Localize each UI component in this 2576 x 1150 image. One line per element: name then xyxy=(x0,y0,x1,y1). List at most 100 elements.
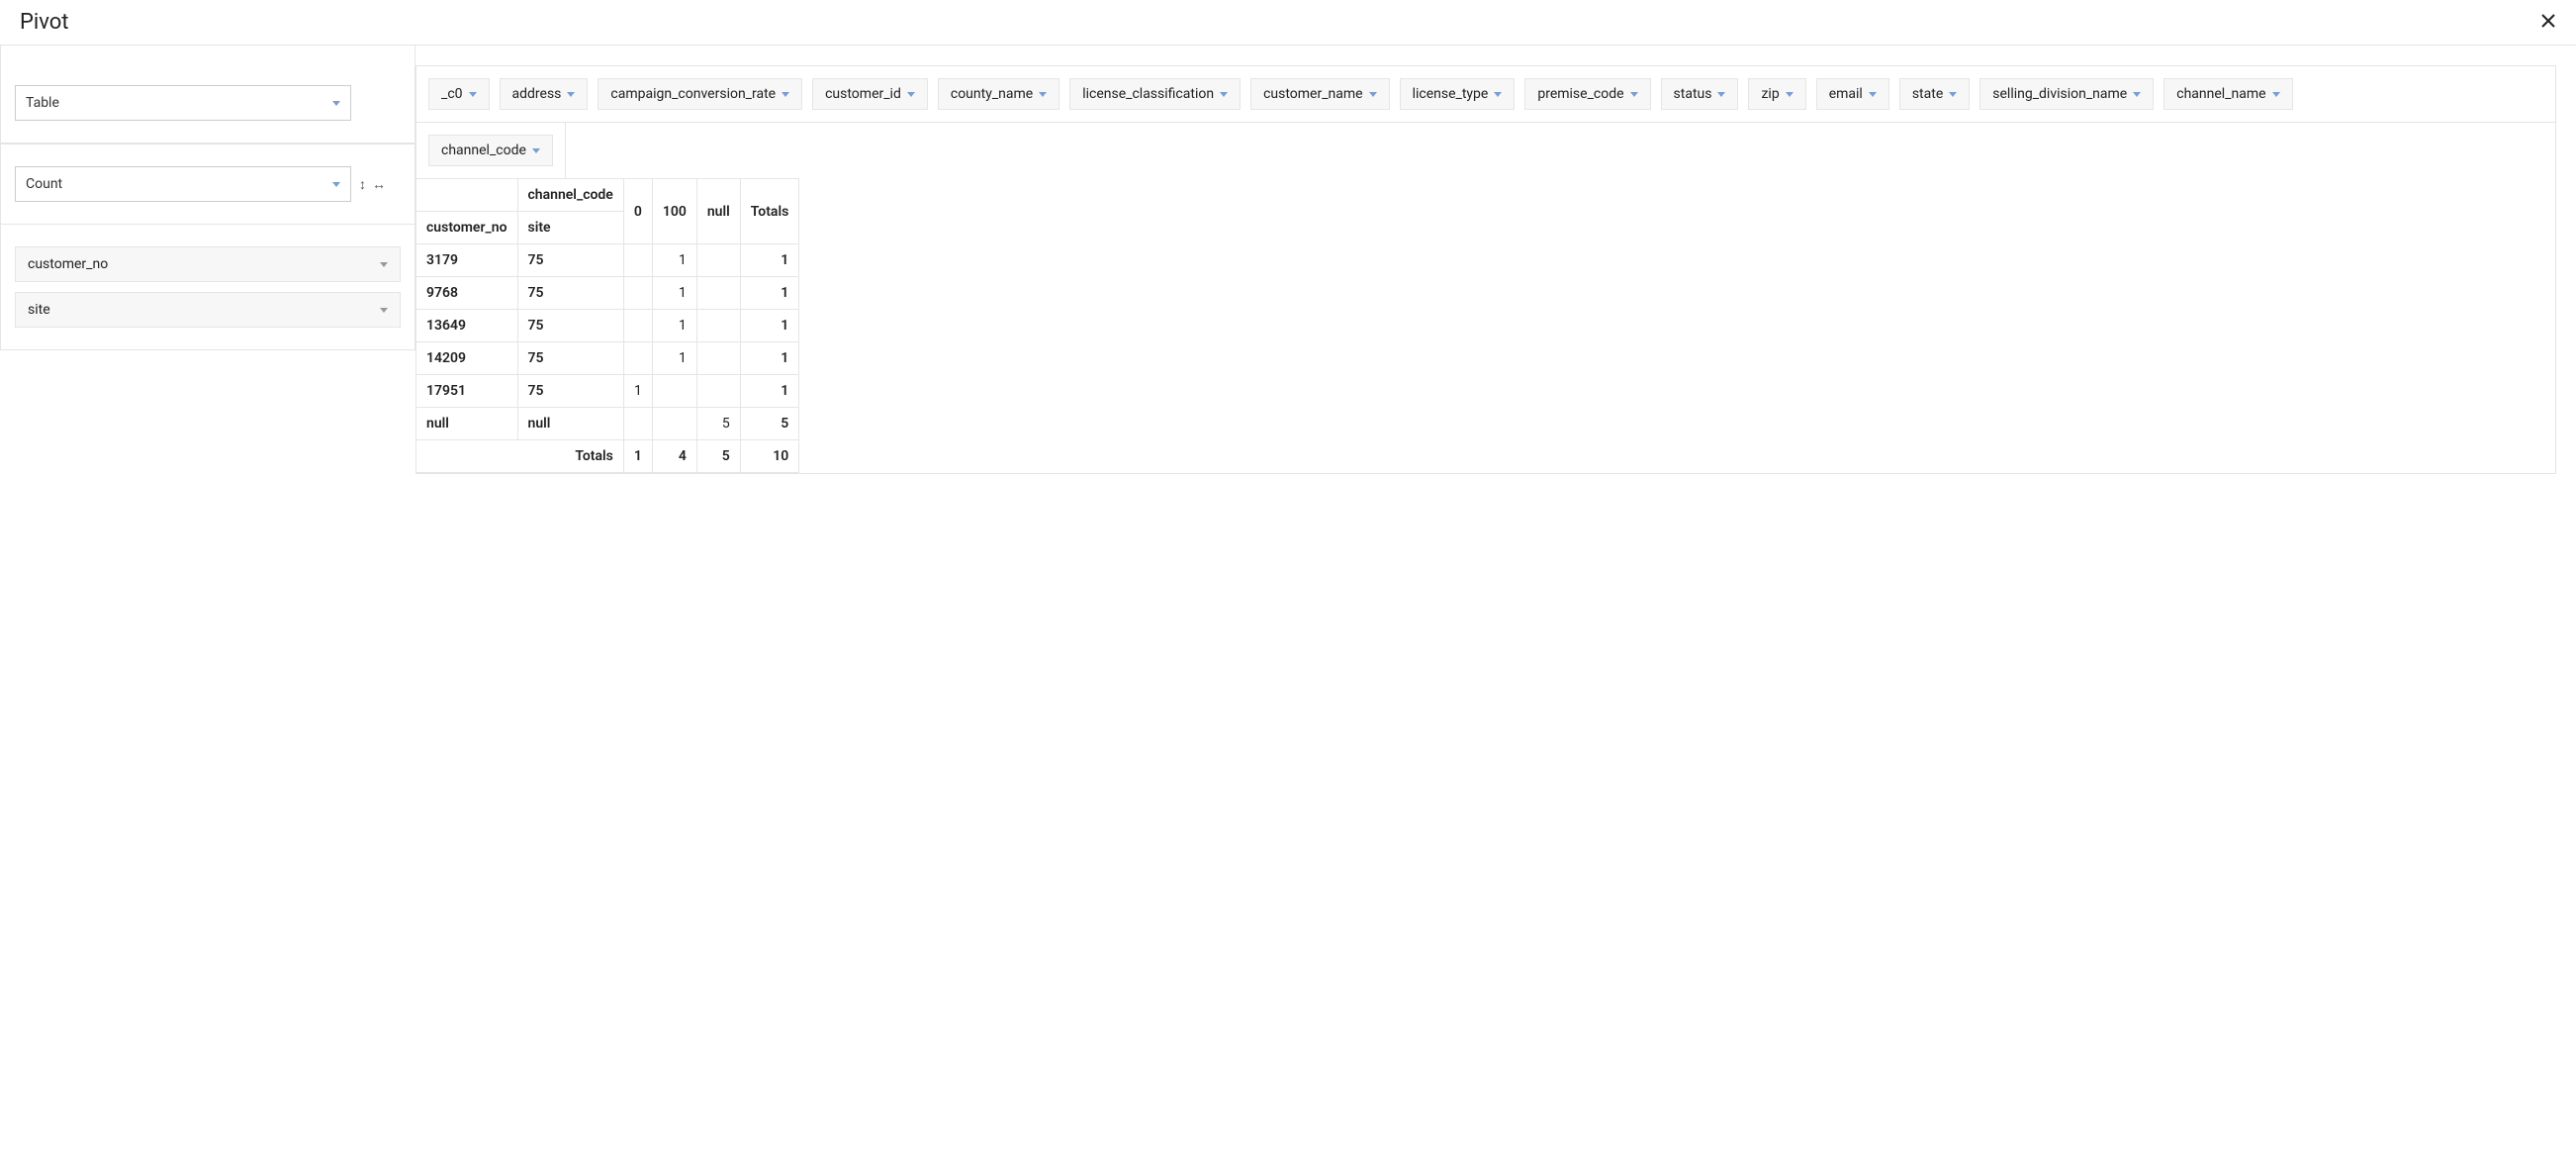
field-chip-status[interactable]: status xyxy=(1661,78,1739,110)
pivot-row-total: 1 xyxy=(740,342,799,375)
pivot-cell xyxy=(623,408,652,440)
pivot-cell xyxy=(696,277,740,310)
column-fields-zone[interactable]: channel_code xyxy=(428,135,553,166)
aggregator-block: Count ↕ ↔ xyxy=(0,144,415,225)
aggregator-select[interactable]: Count xyxy=(15,166,351,202)
caret-down-icon xyxy=(380,308,388,313)
field-chip-channel_name[interactable]: channel_name xyxy=(2163,78,2292,110)
pivot-row-key: 17951 xyxy=(416,375,518,408)
pivot-cell: 1 xyxy=(652,277,696,310)
field-chip-label: email xyxy=(1829,86,1863,102)
pivot-row-total: 1 xyxy=(740,244,799,277)
pivot-data-row: nullnull 55 xyxy=(416,408,799,440)
pivot-row-total: 5 xyxy=(740,408,799,440)
pivot-table-container: channel_code0100nullTotalscustomer_nosit… xyxy=(416,178,2555,473)
renderer-select-value: Table xyxy=(26,95,59,111)
field-chip-premise_code[interactable]: premise_code xyxy=(1524,78,1650,110)
field-chip-license_type[interactable]: license_type xyxy=(1400,78,1516,110)
field-chip-zip[interactable]: zip xyxy=(1748,78,1805,110)
field-chip-address[interactable]: address xyxy=(500,78,589,110)
caret-down-icon xyxy=(907,92,915,97)
field-chip-county_name[interactable]: county_name xyxy=(938,78,1059,110)
caret-down-icon xyxy=(2272,92,2280,97)
caret-down-icon xyxy=(1949,92,1957,97)
pivot-cell: 1 xyxy=(623,375,652,408)
unused-fields-zone[interactable]: _c0 address campaign_conversion_rate custom… xyxy=(416,66,2555,123)
row-field-site[interactable]: site xyxy=(15,292,401,328)
row-fields-zone[interactable]: customer_nosite xyxy=(0,225,415,350)
pivot-cell: 1 xyxy=(652,244,696,277)
pivot-row-attr-label: site xyxy=(517,212,623,244)
pivot-col-total: 4 xyxy=(652,440,696,473)
caret-down-icon xyxy=(1494,92,1502,97)
caret-down-icon xyxy=(567,92,575,97)
pivot-cell xyxy=(652,408,696,440)
field-chip-label: campaign_conversion_rate xyxy=(610,86,776,102)
row-field-customer_no[interactable]: customer_no xyxy=(15,246,401,282)
field-chip-label: customer_id xyxy=(825,86,901,102)
pivot-cell xyxy=(696,244,740,277)
sort-rows-icon[interactable]: ↕ xyxy=(359,176,366,193)
pivot-data-row: 136497511 xyxy=(416,310,799,342)
close-icon xyxy=(2540,13,2556,29)
close-button[interactable] xyxy=(2540,13,2556,33)
caret-down-icon xyxy=(332,101,340,106)
field-chip-label: address xyxy=(512,86,562,102)
aggregator-select-value: Count xyxy=(26,176,62,192)
caret-down-icon xyxy=(332,182,340,187)
field-chip-_c0[interactable]: _c0 xyxy=(428,78,490,110)
caret-down-icon xyxy=(2133,92,2141,97)
pivot-row-key: 75 xyxy=(517,342,623,375)
field-chip-label: channel_name xyxy=(2176,86,2265,102)
field-chip-label: status xyxy=(1674,86,1712,102)
pivot-cell xyxy=(652,375,696,408)
field-chip-selling_division_name[interactable]: selling_division_name xyxy=(1979,78,2154,110)
pivot-row-key: 75 xyxy=(517,310,623,342)
pivot-row-key: 9768 xyxy=(416,277,518,310)
field-chip-license_classification[interactable]: license_classification xyxy=(1069,78,1241,110)
caret-down-icon xyxy=(1869,92,1877,97)
field-chip-channel_code[interactable]: channel_code xyxy=(428,135,553,166)
pivot-data-row: 31797511 xyxy=(416,244,799,277)
pivot-col-header: null xyxy=(696,179,740,244)
dialog-title: Pivot xyxy=(20,10,68,35)
pivot-corner-blank xyxy=(416,179,518,212)
caret-down-icon xyxy=(1369,92,1377,97)
pivot-row-total: 1 xyxy=(740,375,799,408)
caret-down-icon xyxy=(1039,92,1047,97)
field-chip-state[interactable]: state xyxy=(1899,78,1970,110)
pivot-row-key: 75 xyxy=(517,375,623,408)
pivot-row-key: null xyxy=(517,408,623,440)
pivot-col-header: 100 xyxy=(652,179,696,244)
pivot-row-key: null xyxy=(416,408,518,440)
row-field-label: customer_no xyxy=(28,256,108,272)
field-chip-label: license_classification xyxy=(1082,86,1214,102)
field-chip-email[interactable]: email xyxy=(1816,78,1889,110)
field-chip-label: customer_name xyxy=(1263,86,1363,102)
pivot-col-total: 5 xyxy=(696,440,740,473)
field-chip-label: zip xyxy=(1761,86,1779,102)
pivot-cell xyxy=(623,277,652,310)
pivot-row-key: 13649 xyxy=(416,310,518,342)
pivot-cell xyxy=(696,375,740,408)
field-chip-customer_id[interactable]: customer_id xyxy=(812,78,928,110)
pivot-row-key: 75 xyxy=(517,244,623,277)
pivot-totals-header: Totals xyxy=(740,179,799,244)
pivot-totals-row: Totals14510 xyxy=(416,440,799,473)
pivot-cell: 5 xyxy=(696,408,740,440)
sort-cols-icon[interactable]: ↔ xyxy=(372,176,386,193)
renderer-select[interactable]: Table xyxy=(15,85,351,121)
pivot-row-attr-label: customer_no xyxy=(416,212,518,244)
caret-down-icon xyxy=(782,92,789,97)
pivot-cell: 1 xyxy=(652,342,696,375)
swap-controls: ↕ ↔ xyxy=(359,176,386,193)
pivot-col-total: 1 xyxy=(623,440,652,473)
pivot-row-key: 14209 xyxy=(416,342,518,375)
pivot-row-total: 1 xyxy=(740,310,799,342)
pivot-grand-total: 10 xyxy=(740,440,799,473)
field-chip-label: license_type xyxy=(1413,86,1489,102)
field-chip-customer_name[interactable]: customer_name xyxy=(1250,78,1390,110)
pivot-col-attr-label: channel_code xyxy=(517,179,623,212)
field-chip-label: _c0 xyxy=(441,86,463,102)
field-chip-campaign_conversion_rate[interactable]: campaign_conversion_rate xyxy=(598,78,802,110)
